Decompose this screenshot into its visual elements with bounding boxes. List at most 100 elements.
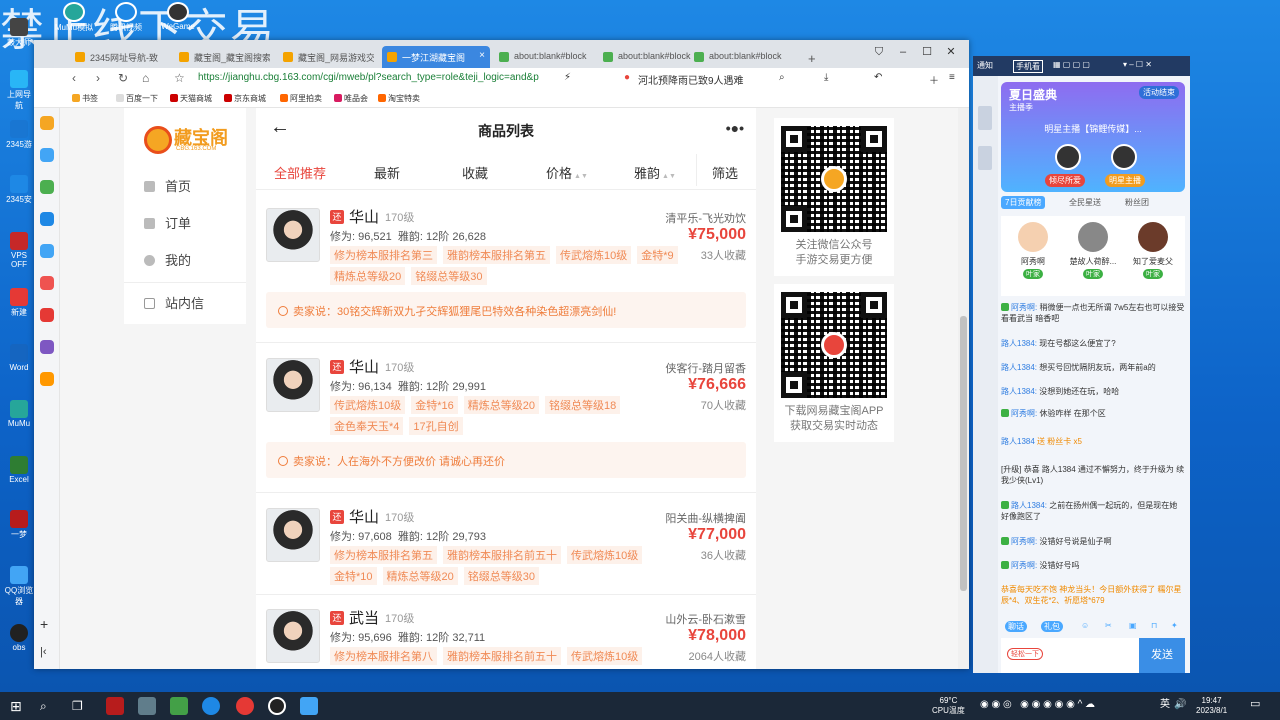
bookmark-item[interactable]: 书签: [72, 93, 98, 104]
desktop-icon-1[interactable]: 鼓大师: [4, 18, 34, 48]
bookmark-item[interactable]: 唯品会: [334, 93, 368, 104]
filter-newest[interactable]: 最新: [374, 163, 400, 182]
scrollbar-thumb[interactable]: [960, 316, 967, 591]
forward-icon[interactable]: ›: [96, 71, 100, 85]
obs-icon[interactable]: [268, 697, 286, 715]
tab-7day-rank[interactable]: 7日贡献榜: [1001, 196, 1046, 209]
desktop-icon-tencent-video[interactable]: 腾讯视频: [106, 2, 146, 33]
tab-fans[interactable]: 粉丝团: [1121, 196, 1153, 209]
sidebar-star-icon[interactable]: [40, 116, 54, 130]
pin-icon[interactable]: ✦: [1171, 621, 1178, 630]
desktop-icon-mumu[interactable]: MuMu模拟: [54, 2, 94, 33]
rank-item[interactable]: 楚故人荷醉... 叶家: [1065, 222, 1121, 279]
tab-yimeng-cbg[interactable]: 一梦江湖藏宝阁 ×: [382, 46, 490, 68]
filter-favorites[interactable]: 收藏: [462, 163, 488, 182]
tray-icons[interactable]: ◉ ◉ ◎ ◉ ◉ ◉ ◉ ◉ ^ ☁: [980, 700, 1095, 710]
star-icon[interactable]: ☆: [174, 71, 185, 85]
desktop-icon-5[interactable]: VPS OFF: [4, 232, 34, 269]
sidebar-add-icon[interactable]: +: [40, 616, 54, 632]
live-notice[interactable]: 通知: [977, 60, 993, 71]
tab-blank-3[interactable]: about:blank#block: [689, 46, 785, 68]
grid-icon[interactable]: ▦ ▢ ▢ ▢: [1053, 60, 1090, 69]
chat-input[interactable]: 轻松一下 发送: [1001, 638, 1185, 673]
lightning-icon[interactable]: ⚡: [564, 72, 571, 83]
tab-blank-2[interactable]: about:blank#block: [598, 46, 694, 68]
nav-item-mine[interactable]: 我的: [144, 250, 191, 269]
bookmark-item[interactable]: 淘宝特卖: [378, 93, 420, 104]
sidebar-note-icon[interactable]: [40, 340, 54, 354]
new-tab-button[interactable]: +: [804, 46, 824, 68]
scissors-icon[interactable]: ✂: [1105, 621, 1112, 630]
task-view-icon[interactable]: ❐: [72, 697, 90, 715]
desktop-icon-wegame[interactable]: WeGame: [158, 2, 198, 31]
windows-start-icon[interactable]: ⊞: [10, 697, 28, 715]
taskbar-app-icon[interactable]: [106, 697, 124, 715]
browser-icon[interactable]: [300, 697, 318, 715]
filter-yayun[interactable]: 雅韵 ▲▼: [634, 163, 676, 182]
search-icon[interactable]: ⌕: [40, 697, 58, 715]
volume-icon[interactable]: 🔊: [1174, 700, 1186, 710]
edge-icon[interactable]: [202, 697, 220, 715]
url-field[interactable]: https://jianghu.cbg.163.com/cgi/mweb/pl?…: [198, 72, 539, 83]
sidebar-collapse-icon[interactable]: |‹: [40, 646, 54, 660]
close-tab-icon[interactable]: ×: [479, 50, 485, 61]
desktop-icon-10[interactable]: 一梦: [4, 510, 34, 540]
filter-all-recommended[interactable]: 全部推荐: [274, 163, 326, 182]
tool-chat[interactable]: 聊话: [1005, 621, 1027, 632]
bookmark-item[interactable]: 阿里拍卖: [280, 93, 322, 104]
desktop-icon-3[interactable]: 2345游: [4, 120, 34, 150]
ime-indicator[interactable]: 英: [1160, 700, 1170, 710]
desktop-icon-7[interactable]: Word: [4, 344, 34, 372]
nav-item-inbox[interactable]: 站内信: [124, 282, 246, 322]
page-scrollbar[interactable]: [958, 108, 969, 669]
close-button[interactable]: ✕: [939, 45, 963, 58]
search-icon[interactable]: ⌕: [779, 72, 785, 83]
lock-icon[interactable]: ⊓: [1151, 621, 1157, 630]
maximize-button[interactable]: ☐: [915, 45, 939, 58]
add-icon[interactable]: ＋: [929, 72, 939, 87]
download-icon[interactable]: ⤓: [824, 72, 828, 83]
nav-item-orders[interactable]: 订单: [144, 213, 191, 232]
clock[interactable]: 19:47 2023/8/1: [1196, 696, 1227, 716]
desktop-icon-9[interactable]: Excel: [4, 456, 34, 484]
menu-icon[interactable]: ≡: [949, 72, 955, 83]
tab-cbg-search[interactable]: 藏宝阁_藏宝阁搜索: [174, 46, 270, 68]
emoji-icon[interactable]: ☺: [1081, 621, 1089, 630]
netease-music-icon[interactable]: [236, 697, 254, 715]
rank-item[interactable]: 阿秀啊 叶家: [1005, 222, 1061, 279]
tool-gift[interactable]: 礼包: [1041, 621, 1063, 632]
banner-button[interactable]: 明星主播: [1105, 174, 1145, 187]
live-mobile-button[interactable]: 手机看: [1013, 60, 1043, 73]
filter-price[interactable]: 价格 ▲▼: [546, 163, 588, 182]
sidebar-game-icon[interactable]: [40, 276, 54, 290]
image-icon[interactable]: ▣: [1129, 621, 1137, 630]
send-button[interactable]: 发送: [1139, 638, 1185, 673]
minimize-button[interactable]: –: [891, 46, 915, 58]
side-rail-tab[interactable]: [978, 146, 992, 170]
quick-tag[interactable]: 轻松一下: [1007, 648, 1043, 660]
rank-item[interactable]: 知了爱麦父 叶家: [1125, 222, 1181, 279]
sidebar-clock-icon[interactable]: [40, 148, 54, 162]
desktop-icon-12[interactable]: obs: [4, 624, 34, 652]
sidebar-app-icon[interactable]: [40, 212, 54, 226]
sidebar-cloud-icon[interactable]: [40, 244, 54, 258]
bookmark-item[interactable]: 百度一下: [116, 93, 158, 104]
reload-icon[interactable]: ↻: [118, 71, 128, 85]
side-rail-tab[interactable]: [978, 106, 992, 130]
desktop-icon-6[interactable]: 新建: [4, 288, 34, 318]
undo-icon[interactable]: ↶: [874, 72, 882, 83]
bookmark-item[interactable]: 京东商城: [224, 93, 266, 104]
sidebar-wechat-icon[interactable]: [40, 180, 54, 194]
notification-icon[interactable]: ▭: [1250, 699, 1260, 710]
desktop-icon-4[interactable]: 2345安: [4, 175, 34, 205]
desktop-icon-8[interactable]: MuMu: [4, 400, 34, 428]
nav-item-home[interactable]: 首页: [144, 176, 191, 195]
sidebar-search-icon[interactable]: [40, 372, 54, 386]
pin-icon[interactable]: ⛉: [867, 46, 891, 59]
sidebar-pdf-icon[interactable]: [40, 308, 54, 322]
tab-blank-1[interactable]: about:blank#block: [494, 46, 590, 68]
tab-cbg-netease[interactable]: 藏宝阁_网易游戏交: [278, 46, 374, 68]
banner-button[interactable]: 倾尽所爱: [1045, 174, 1085, 187]
live-window-controls[interactable]: ▾ – ☐ ✕: [1123, 60, 1152, 69]
filter-screen[interactable]: 筛选: [712, 163, 738, 182]
